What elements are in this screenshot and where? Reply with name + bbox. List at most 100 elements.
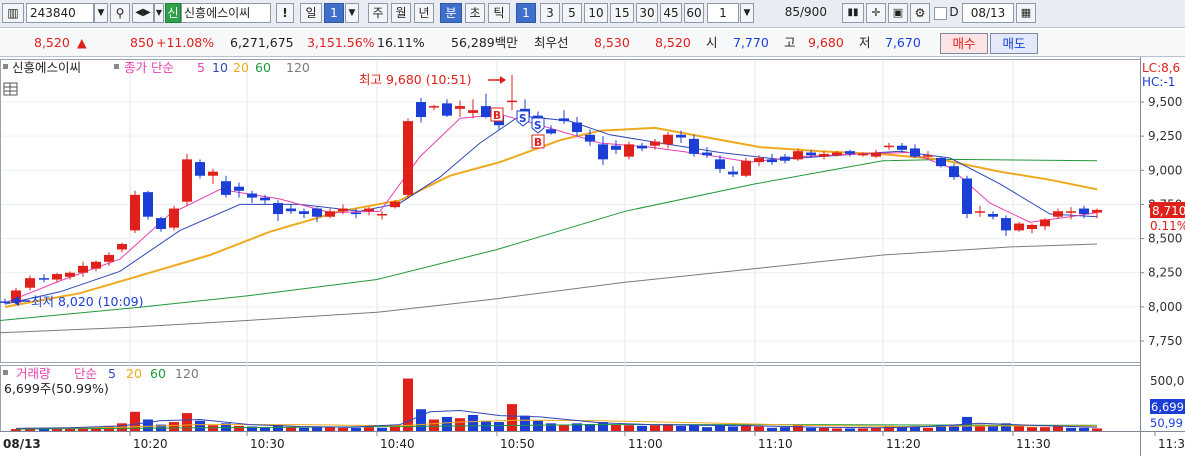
candle-body: [754, 157, 764, 163]
interval-45-button[interactable]: 45: [660, 3, 682, 23]
change-rate: +11.08%: [156, 35, 215, 50]
stock-code-input[interactable]: 243840: [26, 3, 94, 23]
candle-body: [104, 254, 114, 262]
candle-body: [260, 197, 270, 201]
candle-body: [195, 162, 205, 176]
buy-button[interactable]: 매수: [940, 33, 988, 54]
interval-60-button[interactable]: 60: [684, 3, 704, 23]
date-checkbox[interactable]: [934, 7, 947, 20]
period-year-button[interactable]: 년: [414, 3, 434, 23]
period-day-button[interactable]: 일: [300, 3, 322, 23]
save-icon[interactable]: ▣: [888, 3, 908, 23]
volume-bar: [455, 418, 465, 431]
stock-name-field[interactable]: 신흥에스이씨: [181, 3, 271, 23]
candle-body: [377, 213, 387, 216]
hc-label: HC:-1: [1142, 75, 1175, 89]
interval-count-field[interactable]: 1: [707, 3, 739, 23]
candle-body: [156, 218, 166, 230]
period-week-button[interactable]: 주: [368, 3, 388, 23]
volume-bar: [429, 419, 439, 431]
interval-1-button[interactable]: 1: [516, 3, 536, 23]
volume-bar: [832, 428, 842, 431]
volume-bar: [286, 427, 296, 431]
buy-button-label: 매수: [952, 36, 976, 51]
candle-body: [858, 153, 868, 156]
interval-30-button[interactable]: 30: [636, 3, 658, 23]
y-axis-tick-label: 8,000: [1148, 300, 1182, 314]
candle-body: [910, 148, 920, 157]
crosshair-icon[interactable]: ✛: [866, 3, 886, 23]
ma-period-label: 120: [286, 60, 310, 75]
period-count-dropdown-icon[interactable]: ▼: [345, 3, 359, 23]
stock-chart-window: { "toolbar": { "code": "243840", "stock_…: [0, 0, 1185, 457]
interval-3-button[interactable]: 3: [540, 3, 560, 23]
volume-panel-title: 거래량: [16, 366, 51, 381]
interval-dropdown-icon[interactable]: ▼: [740, 3, 754, 23]
candle-body: [25, 278, 35, 288]
period-day-label: 일: [305, 6, 317, 20]
candle-body: [78, 265, 88, 273]
x-axis-tick-label: 11:00: [628, 437, 663, 451]
sell-mark-label: S: [534, 120, 542, 132]
candle-body: [286, 208, 296, 212]
volume-bar: [637, 425, 647, 431]
interval-15-button[interactable]: 15: [610, 3, 634, 23]
candle-body: [728, 171, 738, 175]
prev-stock-icon[interactable]: ◀▶: [132, 3, 154, 23]
x-axis-tick-label: 11:36: [1158, 437, 1185, 451]
interval-10-button[interactable]: 10: [584, 3, 608, 23]
candle-body: [1040, 219, 1050, 227]
candle-body: [546, 129, 556, 134]
volume-bar: [845, 428, 855, 431]
open-label: 시: [706, 35, 718, 50]
interval-label: 5: [568, 6, 576, 20]
candle-body: [117, 244, 127, 250]
volume-bar: [351, 427, 361, 431]
interval-label: 10: [588, 6, 604, 20]
period-month-button[interactable]: 월: [391, 3, 411, 23]
layout-icon[interactable]: ▥: [2, 3, 24, 23]
last-rate-label: 0.11%: [1150, 219, 1185, 233]
quote-bar: 8,520 ▲ 850 +11.08% 6,271,675 3,151.56% …: [0, 30, 1185, 57]
period-second-button[interactable]: 초: [465, 3, 485, 23]
high-marker-label: 최고 9,680 (10:51): [359, 72, 472, 87]
period-minute-button[interactable]: 분: [440, 3, 462, 23]
candle-body: [806, 152, 816, 156]
period-count-field[interactable]: 1: [324, 3, 344, 23]
data-count-field[interactable]: 85: [760, 3, 800, 23]
volume-bar: [611, 424, 621, 431]
calendar-icon[interactable]: ▦: [1016, 3, 1036, 23]
candle-body: [845, 151, 855, 154]
period-tick-button[interactable]: 틱: [488, 3, 510, 23]
candle-body: [468, 110, 478, 113]
code-dropdown-icon[interactable]: ▼: [94, 3, 108, 23]
candle-body: [923, 155, 933, 157]
gear-icon[interactable]: ⚙: [910, 3, 930, 23]
candle-body: [741, 160, 751, 176]
volume-axis-tick-label: 500,0: [1150, 374, 1184, 388]
interval-5-button[interactable]: 5: [562, 3, 582, 23]
volume-bar: [1066, 427, 1076, 431]
sell-button[interactable]: 매도: [990, 33, 1038, 54]
trade-amount: 56,289백만: [451, 35, 518, 50]
ma-period-label: 10: [212, 60, 228, 75]
price-volume-chart[interactable]: 최고 9,680 (10:51)최저 8,020 (10:09)B SSB 08/…: [0, 57, 1185, 457]
stock-list-dropdown-icon[interactable]: ▼: [154, 3, 164, 23]
volume-ma-label: 단순: [74, 366, 97, 381]
date-field[interactable]: 08/13: [962, 3, 1014, 23]
candle-body: [611, 145, 621, 150]
candle-body: [1014, 223, 1024, 231]
candle-body: [364, 208, 374, 212]
ma-period-label: 20: [233, 60, 249, 75]
volume-bar: [169, 422, 179, 431]
volume-ma-period-label: 120: [175, 366, 199, 381]
alert-button[interactable]: !: [276, 3, 294, 23]
legend-square-icon: [114, 64, 119, 69]
candle-body: [169, 208, 179, 228]
volume-bar: [1040, 427, 1050, 431]
candle-body: [949, 166, 959, 178]
candle-body: [325, 211, 335, 217]
search-icon[interactable]: ⚲: [110, 3, 130, 23]
candle-type-icon[interactable]: ▮▮: [842, 3, 864, 23]
volume-bar: [520, 415, 530, 431]
